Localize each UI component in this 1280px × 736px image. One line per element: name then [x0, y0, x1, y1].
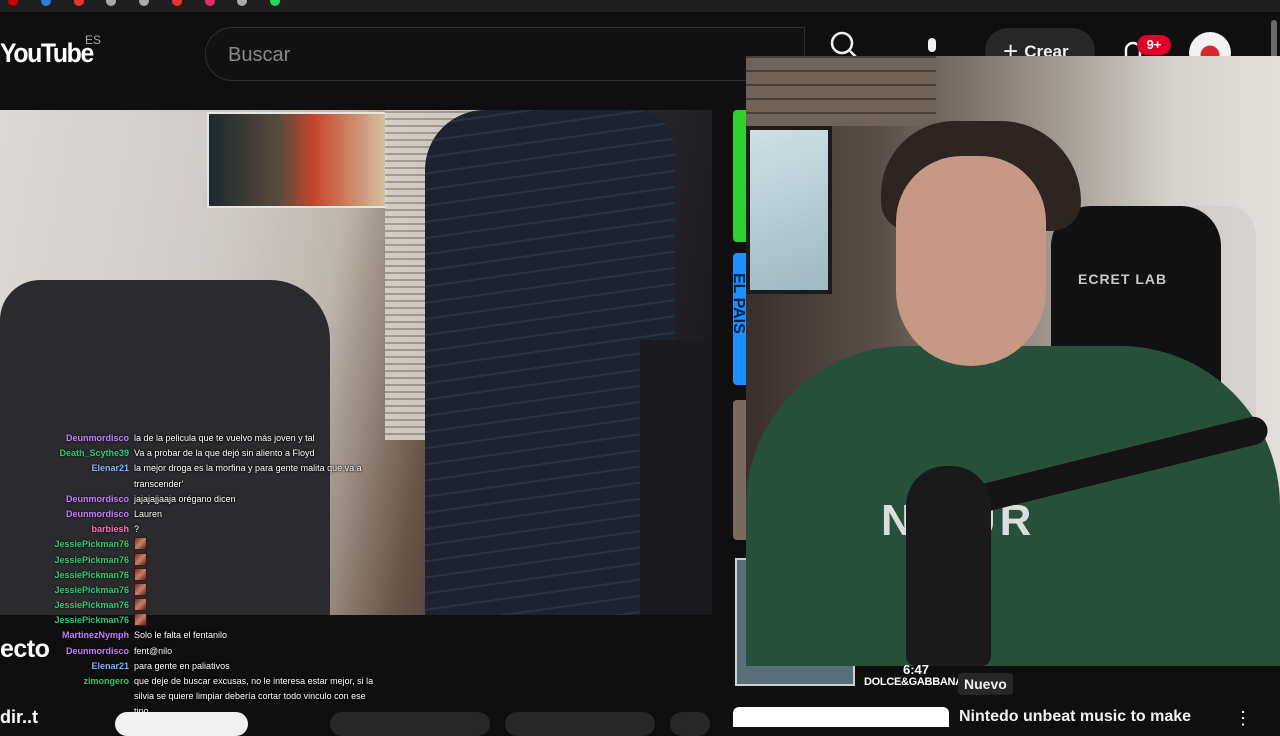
chat-message: MartinezNymph Solo le falta el fentanilo — [0, 628, 375, 643]
chat-text — [134, 552, 374, 569]
bookmark-item[interactable] — [237, 0, 251, 6]
chat-message: Deunmordisco la de la pelicula que te vue… — [0, 431, 375, 446]
chat-text — [134, 613, 374, 629]
more-options-icon[interactable]: ⋮ — [1234, 708, 1252, 729]
chat-username[interactable]: Deunmordisco — [66, 492, 129, 507]
brick-wall — [746, 56, 936, 126]
chat-username[interactable]: Death_Scythe39 — [59, 446, 129, 461]
live-chat-overlay: Deunmordisco la de la pelicula que te vue… — [0, 431, 375, 716]
chat-message: JessiePickman76 — [0, 552, 375, 569]
new-badge: Nuevo — [958, 673, 1013, 695]
recommendation-title[interactable]: Nintedo unbeat music to make — [959, 708, 1191, 726]
chat-text — [134, 537, 374, 553]
scrollbar[interactable] — [1271, 20, 1277, 60]
streamer-face — [896, 156, 1046, 366]
chat-message: JessiePickman76 — [0, 537, 375, 552]
chat-message: Deunmordisco fent@nilo — [0, 644, 375, 659]
chat-message: Elenar21 para gente en paliativos — [0, 659, 375, 674]
action-chip[interactable] — [670, 712, 710, 736]
chat-text — [134, 567, 374, 584]
emote-icon — [134, 582, 147, 596]
chat-message: JessiePickman76 — [0, 567, 375, 584]
bookmark-item[interactable] — [171, 0, 186, 6]
chat-text: Va a probar de la que dejó sin aliento a… — [134, 448, 315, 459]
chat-username[interactable]: Deunmordisco — [66, 431, 129, 446]
chat-username[interactable]: MartinezNymph — [62, 628, 129, 643]
emote-icon — [134, 567, 147, 581]
chat-username[interactable]: JessiePickman76 — [54, 537, 129, 552]
chat-username[interactable]: zimongero — [83, 674, 129, 689]
chat-text: la de la pelicula que te vuelvo más jove… — [134, 433, 315, 443]
chat-username[interactable]: Deunmordisco — [66, 644, 129, 659]
chat-username[interactable]: JessiePickman76 — [54, 583, 129, 598]
chat-message: JessiePickman76 — [0, 613, 375, 628]
bookmark-item[interactable] — [139, 0, 153, 6]
chat-text: ? — [134, 524, 140, 535]
sidebar-strip-label: EL PAÍS — [730, 273, 747, 334]
chat-text: jajajajjaaja orégano dicen — [134, 493, 236, 504]
action-chip[interactable] — [115, 712, 248, 736]
emote-icon — [134, 552, 147, 566]
sidebar-thumbnail-strip[interactable]: EL PAÍS — [730, 253, 747, 385]
chat-text: fent@nilo — [134, 645, 173, 656]
action-chip[interactable] — [505, 712, 655, 736]
search-input[interactable] — [226, 40, 790, 70]
chat-text: para gente en paliativos — [134, 660, 230, 671]
chat-username[interactable]: Elenar21 — [91, 659, 129, 674]
chat-message: Elenar21 la mejor droga es la morfina y p… — [0, 461, 375, 491]
bookmark-item[interactable] — [40, 0, 55, 6]
search-box[interactable] — [205, 27, 805, 81]
bookmark-item[interactable] — [204, 0, 219, 6]
emote-icon — [134, 598, 147, 612]
notification-badge: 9+ — [1137, 35, 1171, 55]
background-monitor — [746, 126, 832, 294]
chat-username[interactable]: JessiePickman76 — [54, 568, 129, 583]
chat-message: barbiesh? — [0, 522, 375, 537]
youtube-logo[interactable]: YouTube — [0, 38, 94, 69]
recommendation-thumbnail-bottom[interactable] — [733, 707, 949, 727]
country-code: ES — [85, 33, 102, 47]
thumbnail-brand-text: DOLCE&GABBANA — [864, 676, 963, 688]
chat-username[interactable]: Deunmordisco — [66, 507, 129, 522]
chat-message: JessiePickman76 — [0, 598, 375, 613]
sidebar-thumbnail-strip[interactable] — [733, 400, 747, 540]
chat-text: Lauren — [134, 508, 163, 519]
puffer-jacket — [425, 110, 675, 615]
chat-username[interactable]: JessiePickman76 — [54, 598, 129, 613]
chat-text — [134, 598, 374, 614]
wall-poster — [207, 112, 387, 208]
chat-message: zimongero que deje de buscar excusas, no … — [0, 674, 375, 716]
emote-icon — [134, 537, 147, 551]
webcam-overlay: ECRET LAB N TUR — [746, 56, 1280, 666]
microphone — [906, 466, 991, 666]
chat-text: la mejor droga es la morfina y para gent… — [134, 463, 362, 489]
chat-username[interactable]: Elenar21 — [91, 461, 129, 476]
bookmarks-bar — [0, 0, 1280, 12]
chat-username[interactable]: JessiePickman76 — [54, 553, 129, 568]
chat-message: Deunmordisco jajajajjaaja orégano dicen — [0, 492, 375, 507]
chair-brand-label: ECRET LAB — [1078, 271, 1168, 287]
chat-message: Death_Scythe39 Va a probar de la que dejó… — [0, 446, 375, 461]
bookmark-item[interactable] — [73, 0, 88, 6]
bookmark-item[interactable] — [270, 0, 284, 6]
action-chip[interactable] — [330, 712, 490, 736]
chat-message: Deunmordisco Lauren — [0, 507, 375, 522]
chat-text: Solo le falta el fentanilo — [134, 630, 228, 641]
chat-username[interactable]: JessiePickman76 — [54, 613, 129, 628]
bookmark-item[interactable] — [106, 0, 120, 6]
chat-text — [134, 582, 374, 599]
video-duration: 6:47 — [903, 662, 930, 677]
bookmark-item[interactable] — [8, 0, 22, 6]
chat-message: JessiePickman76 — [0, 582, 375, 599]
emote-icon — [134, 613, 147, 627]
dark-garment — [640, 340, 712, 615]
sidebar-thumbnail-strip[interactable] — [733, 110, 747, 242]
bottom-text-fragment: dir..t — [0, 707, 39, 727]
video-title-fragment: ecto — [0, 635, 50, 663]
chat-username[interactable]: barbiesh — [91, 522, 129, 537]
